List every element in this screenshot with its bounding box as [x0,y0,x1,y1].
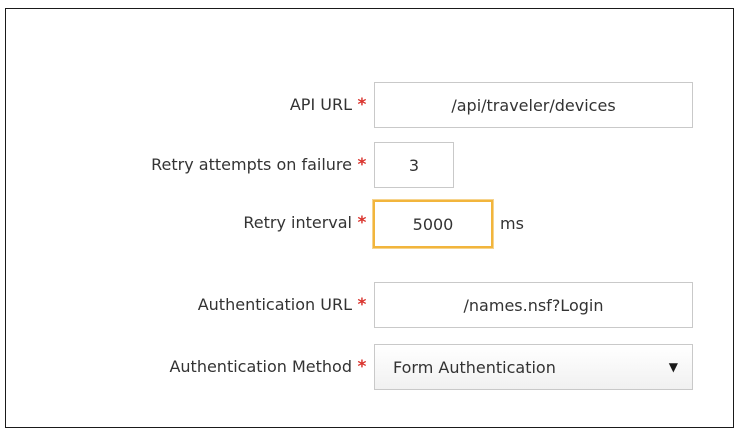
dropdown-arrow-icon[interactable]: ▼ [669,345,678,389]
required-asterisk-icon: * [357,213,367,233]
api-url-label: API URL [289,95,352,114]
settings-panel: API URL * Retry attempts on failure * Re… [5,8,734,428]
retry-interval-unit: ms [500,214,524,233]
required-asterisk-icon: * [357,155,367,175]
retry-interval-input[interactable] [373,200,493,248]
retry-interval-label-wrap: Retry interval [6,201,352,245]
auth-url-label: Authentication URL [197,295,352,314]
api-url-input[interactable] [374,82,693,128]
retry-attempts-input[interactable] [374,142,454,188]
api-url-label-wrap: API URL [6,83,352,127]
auth-method-select[interactable]: Form Authentication ▼ [374,344,693,390]
retry-attempts-label: Retry attempts on failure [151,155,352,174]
required-asterisk-icon: * [357,295,367,315]
auth-method-label: Authentication Method [169,357,352,376]
auth-url-input[interactable] [374,282,693,328]
auth-method-label-wrap: Authentication Method [6,345,352,389]
required-asterisk-icon: * [357,95,367,115]
auth-method-selected-value: Form Authentication [393,357,556,377]
required-asterisk-icon: * [357,357,367,377]
retry-interval-label: Retry interval [243,213,352,232]
auth-url-label-wrap: Authentication URL [6,283,352,327]
retry-attempts-label-wrap: Retry attempts on failure [6,143,352,187]
